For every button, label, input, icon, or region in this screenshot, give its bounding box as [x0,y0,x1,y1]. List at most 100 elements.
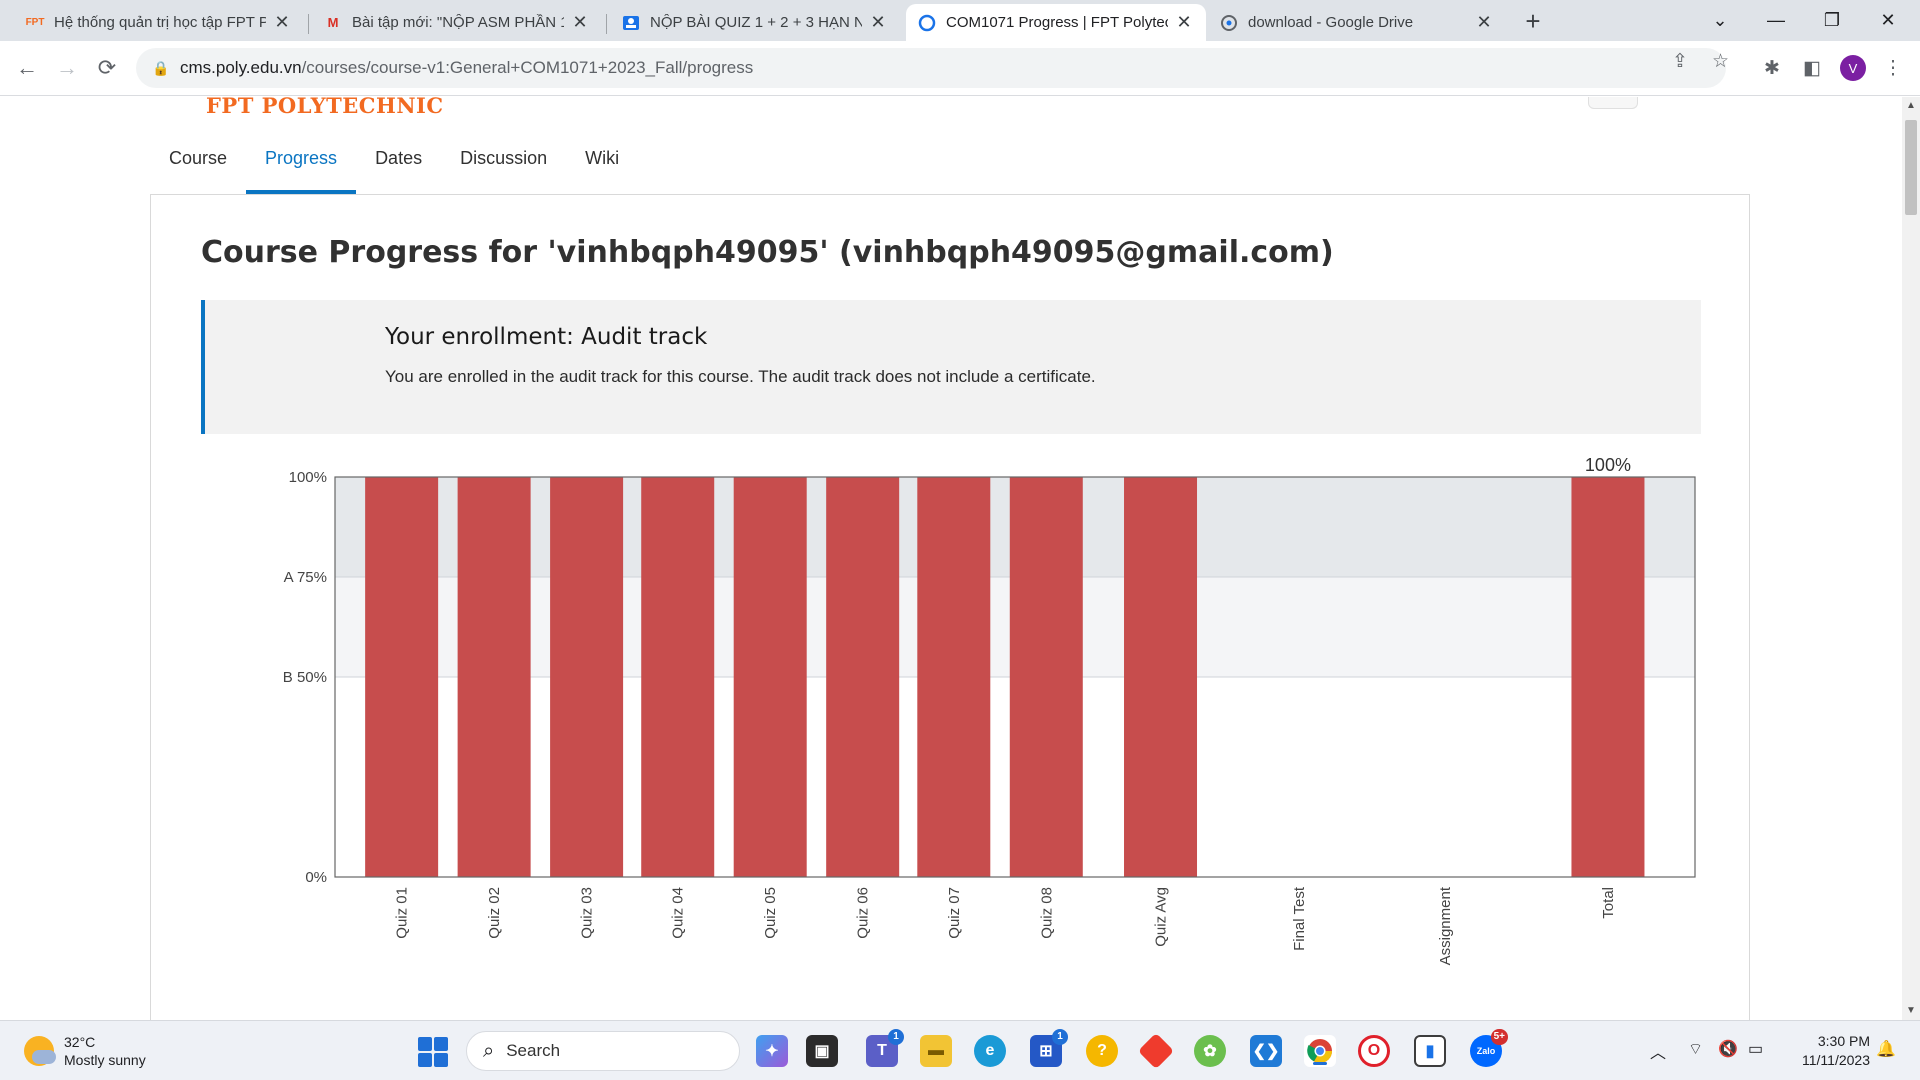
x-tick-label: Quiz 08 [1038,887,1055,939]
volume-muted-icon[interactable]: 🔇 [1718,1039,1738,1059]
file-explorer-icon[interactable]: ▬ [920,1035,952,1067]
clock[interactable]: 3:30 PM 11/11/2023 [1780,1032,1870,1070]
bar-quiz-07 [917,477,991,877]
weather-widget[interactable]: 32°C Mostly sunny [24,1033,146,1069]
back-icon[interactable]: ← [10,51,44,85]
opera-icon[interactable]: O [1358,1035,1390,1067]
clock-date: 11/11/2023 [1802,1052,1870,1068]
app-diamond-icon[interactable] [1137,1032,1175,1070]
fpt-logo-icon: FPT [25,17,45,28]
close-icon[interactable]: ✕ [868,12,888,33]
tab-gmail[interactable]: M Bài tập mới: "NỘP ASM PHẦN 1 ✕ [312,4,602,41]
wifi-icon[interactable]: ⌔ [1688,1039,1703,1059]
tab-progress[interactable]: COM1071 Progress | FPT Polytec ✕ [906,4,1206,41]
tab-title: download - Google Drive [1248,14,1414,31]
taskbar: 32°C Mostly sunny ⌕ Search ✦ ▣ T1 ▬ e ⊞ 1… [0,1020,1920,1080]
task-view-icon[interactable]: ▣ [806,1035,838,1067]
close-icon[interactable]: ✕ [272,12,292,33]
y-tick-label: A 75% [284,569,327,586]
tab-separator [308,14,309,34]
bar-quiz-01 [365,477,439,877]
window-app-icon[interactable]: ▮ [1414,1035,1446,1067]
tab-title: NỘP BÀI QUIZ 1 + 2 + 3 HẠN N [650,14,862,31]
chevron-up-icon[interactable]: ︿ [1650,1039,1666,1063]
window-close-icon[interactable]: ✕ [1860,0,1916,41]
zalo-badge: 5+ [1490,1029,1508,1045]
scroll-thumb[interactable] [1905,120,1917,215]
bar-quiz-08 [1009,477,1083,877]
x-tick-label: Quiz 03 [579,887,596,939]
search-icon: ⌕ [483,1039,495,1062]
bar-total [1571,477,1645,877]
scroll-up-icon[interactable]: ▲ [1902,100,1920,111]
user-menu[interactable] [1588,97,1638,109]
y-tick-label: 0% [305,869,327,886]
url-host: cms.poly.edu.vn [180,58,302,77]
close-icon[interactable]: ✕ [570,12,590,33]
tab-title: Hệ thống quản trị học tập FPT P [54,14,266,31]
tab-separator [606,14,607,34]
x-tick-label: Quiz Avg [1153,887,1170,947]
close-icon[interactable]: ✕ [1474,12,1494,33]
taskbar-search[interactable]: ⌕ Search [466,1031,740,1071]
bar-quiz-03 [550,477,624,877]
teams-badge: 1 [888,1029,904,1045]
bookmark-star-icon[interactable]: ☆ [1712,50,1729,73]
extensions-icon[interactable]: ✱ [1757,53,1787,83]
copilot-icon[interactable]: ✦ [756,1035,788,1067]
store-icon[interactable]: ⊞ 1 [1030,1029,1068,1067]
lock-icon[interactable]: 🔒 [152,60,169,77]
reload-icon[interactable]: ⟳ [90,51,124,85]
minimize-icon[interactable]: — [1748,0,1804,41]
tab-classroom[interactable]: NỘP BÀI QUIZ 1 + 2 + 3 HẠN N ✕ [610,4,900,41]
tab-search-chevron-icon[interactable]: ⌄ [1692,0,1748,41]
battery-icon[interactable]: ▭ [1748,1039,1763,1059]
edge-icon[interactable]: e [974,1035,1006,1067]
browser-toolbar: ← → ⟳ 🔒 cms.poly.edu.vn/courses/course-v… [0,41,1920,96]
total-value-label: 100% [1585,455,1631,475]
search-label: Search [506,1041,561,1060]
bar-quiz-avg [1124,477,1198,877]
scroll-down-icon[interactable]: ▼ [1902,1005,1920,1016]
y-tick-label: B 50% [283,669,327,686]
tab-progress[interactable]: Progress [246,137,357,194]
tab-title: COM1071 Progress | FPT Polytec [946,14,1168,31]
zalo-icon[interactable]: Zalo 5+ [1470,1029,1508,1067]
chrome-icon[interactable] [1304,1035,1336,1067]
restore-icon[interactable]: ❐ [1804,0,1860,41]
forward-icon[interactable]: → [50,51,84,85]
x-tick-label: Quiz 06 [855,887,872,939]
share-icon[interactable]: ⇪ [1672,50,1688,73]
teams-icon[interactable]: T1 [866,1029,904,1067]
weather-description: Mostly sunny [64,1052,146,1068]
tips-icon[interactable]: ? [1086,1035,1118,1067]
x-tick-label: Total [1600,887,1617,919]
vscode-icon[interactable]: ❮❯ [1250,1035,1282,1067]
x-tick-label: Quiz 04 [670,887,687,939]
browser-tab-strip: FPT Hệ thống quản trị học tập FPT P ✕ M … [0,0,1920,41]
x-tick-label: Final Test [1291,886,1308,951]
tab-wiki[interactable]: Wiki [566,137,638,194]
close-icon[interactable]: ✕ [1174,12,1194,33]
bar-quiz-02 [457,477,531,877]
profile-avatar[interactable]: V [1840,55,1866,81]
x-tick-label: Quiz 05 [762,887,779,939]
tab-discussion[interactable]: Discussion [441,137,566,194]
address-bar[interactable]: 🔒 cms.poly.edu.vn/courses/course-v1:Gene… [136,48,1726,88]
tab-lms[interactable]: FPT Hệ thống quản trị học tập FPT P ✕ [14,4,304,41]
start-icon[interactable] [418,1037,448,1067]
progress-card: Course Progress for 'vinhbqph49095' (vin… [150,194,1750,1020]
vertical-scrollbar[interactable]: ▲ ▼ [1902,97,1920,1020]
bar-quiz-04 [641,477,715,877]
tab-course[interactable]: Course [150,137,246,194]
notification-bell-icon[interactable]: 🔔 [1876,1039,1896,1059]
tab-drive[interactable]: download - Google Drive ✕ [1208,4,1506,41]
fpt-polytechnic-logo[interactable]: FPT POLYTECHNIC [206,97,444,118]
green-app-icon[interactable]: ✿ [1194,1035,1226,1067]
side-panel-icon[interactable]: ◧ [1797,53,1827,83]
grade-chart: 100% A 75% B 50% 0% Quiz 01 Quiz 02 Quiz 03 Qui… [283,455,1696,965]
new-tab-button[interactable]: + [1518,6,1548,36]
tab-title: Bài tập mới: "NỘP ASM PHẦN 1 [352,14,564,31]
tab-dates[interactable]: Dates [356,137,441,194]
menu-icon[interactable]: ⋮ [1878,53,1908,83]
